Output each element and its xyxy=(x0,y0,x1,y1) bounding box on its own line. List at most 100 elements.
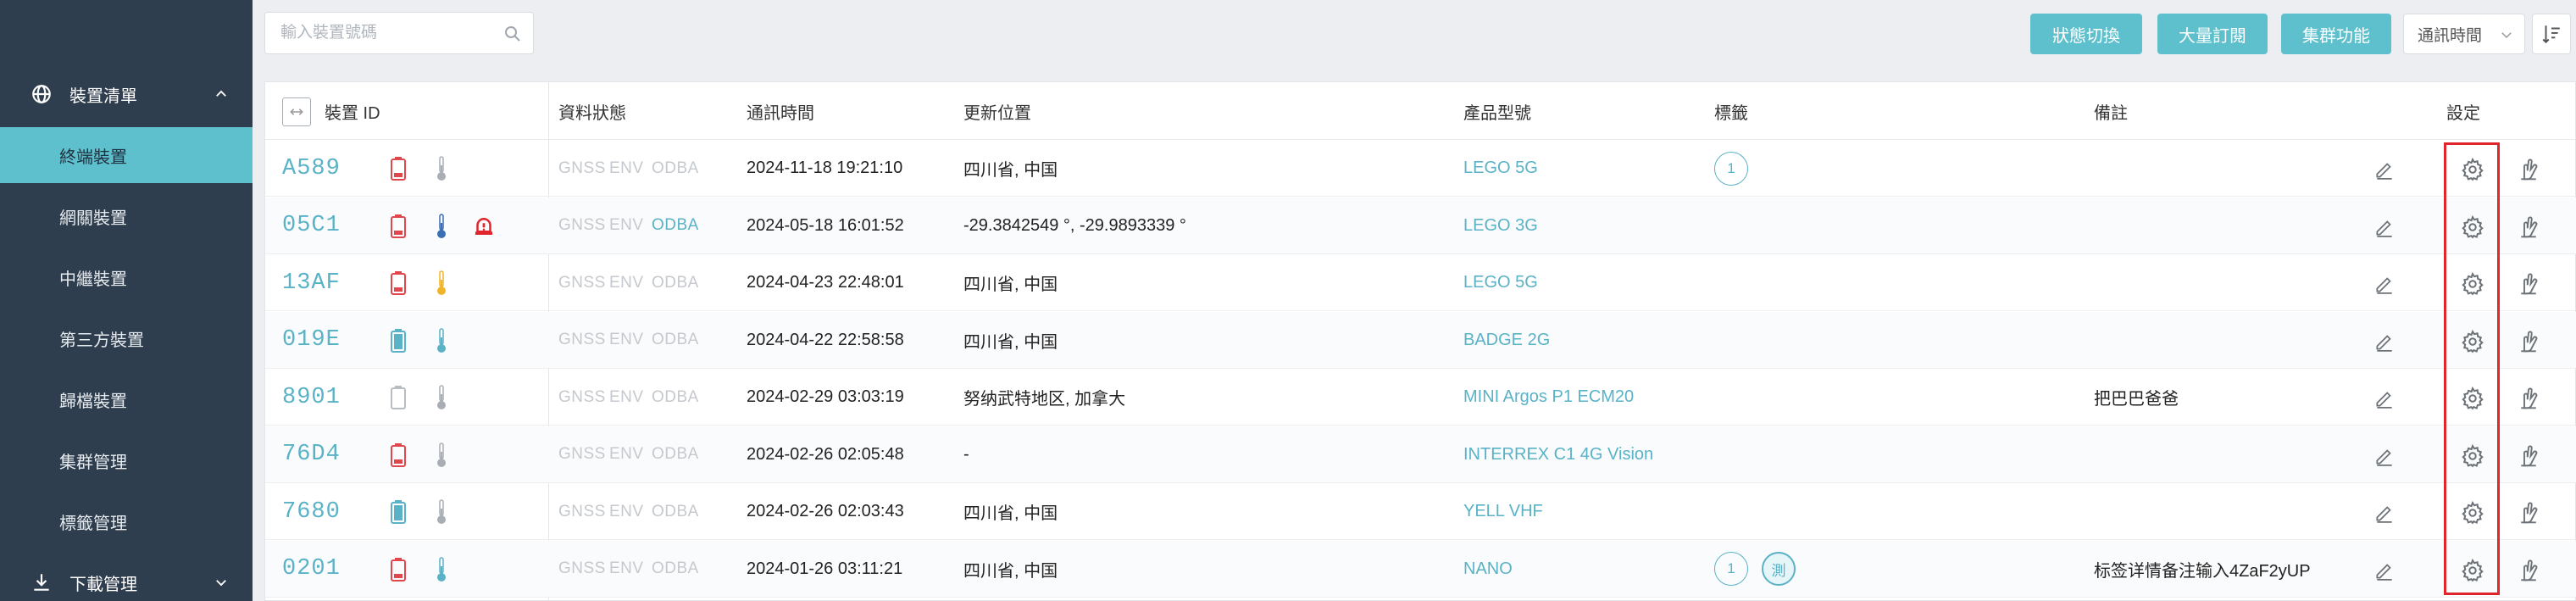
sidebar-item-cluster-management[interactable]: 集群管理 xyxy=(0,432,253,488)
sidebar-item-tag-management[interactable]: 標籤管理 xyxy=(0,493,253,549)
status-odba: ODBA xyxy=(652,331,699,348)
product-model-link[interactable]: LEGO 5G xyxy=(1463,254,1538,311)
status-odba: ODBA xyxy=(652,387,699,406)
comm-time: 2024-11-18 19:21:10 xyxy=(747,159,903,177)
device-id-link[interactable]: 019E xyxy=(282,312,341,369)
status-env: ENV xyxy=(609,159,644,177)
table-header: 裝置 ID 資料狀態 通訊時間 更新位置 產品型號 標籤 備註 設定 xyxy=(265,82,2576,140)
subscribe-hand-icon[interactable] xyxy=(2514,270,2543,298)
tags-cell: 1 xyxy=(1714,140,1762,197)
tag-badge[interactable]: 1 xyxy=(1714,552,1748,586)
status-env: ENV xyxy=(609,445,644,463)
sidebar-section-device-list[interactable]: 裝置清單 xyxy=(0,71,253,117)
subscribe-hand-icon[interactable] xyxy=(2514,327,2543,356)
header-tags: 標籤 xyxy=(1714,103,1748,123)
status-env: ENV xyxy=(609,273,644,292)
sidebar-item-label: 第三方裝置 xyxy=(59,331,144,350)
sort-order-button[interactable] xyxy=(2532,14,2571,54)
subscribe-hand-icon[interactable] xyxy=(2514,155,2543,184)
edit-remark-icon[interactable] xyxy=(2372,443,2397,469)
gear-icon[interactable] xyxy=(2458,327,2487,356)
gear-icon[interactable] xyxy=(2458,556,2487,585)
sidebar-item-third-party-devices[interactable]: 第三方裝置 xyxy=(0,310,253,366)
sort-field-select[interactable]: 通訊時間 xyxy=(2403,14,2525,54)
product-model-link[interactable]: LEGO 3G xyxy=(1463,198,1538,254)
header-comm-time[interactable]: 通訊時間 xyxy=(747,82,814,140)
search-icon[interactable] xyxy=(502,24,523,44)
location: 四川省, 中国 xyxy=(963,504,1058,523)
edit-remark-icon[interactable] xyxy=(2372,500,2397,526)
bulk-subscribe-button[interactable]: 大量訂閱 xyxy=(2157,14,2268,54)
subscribe-hand-icon[interactable] xyxy=(2514,384,2543,413)
sidebar-item-terminal-devices[interactable]: 終端裝置 xyxy=(0,127,253,183)
product-model-link[interactable]: NANO xyxy=(1463,541,1513,598)
comm-time: 2024-04-22 22:58:58 xyxy=(747,330,904,349)
comm-time: 2024-01-26 03:11:21 xyxy=(747,559,903,578)
status-gnss: GNSS xyxy=(558,387,606,406)
battery-icon xyxy=(389,154,408,183)
search-input[interactable] xyxy=(280,24,492,42)
table-row[interactable]: A589 GNSS ENV ODBA 2024-11-18 19:21:10 四… xyxy=(265,140,2576,197)
subscribe-hand-icon[interactable] xyxy=(2514,213,2543,242)
tags-cell: 1測 xyxy=(1714,541,1809,598)
edit-remark-icon[interactable] xyxy=(2372,386,2397,411)
product-model-link[interactable]: INTERREX C1 4G Vision xyxy=(1463,426,1653,483)
search-box xyxy=(264,12,534,54)
subscribe-hand-icon[interactable] xyxy=(2514,498,2543,527)
cluster-function-button[interactable]: 集群功能 xyxy=(2281,14,2391,54)
status-env: ENV xyxy=(609,331,644,348)
subscribe-hand-icon[interactable] xyxy=(2514,442,2543,470)
header-device-id[interactable]: 裝置 ID xyxy=(325,82,380,140)
edit-remark-icon[interactable] xyxy=(2372,271,2397,297)
gear-icon[interactable] xyxy=(2458,498,2487,527)
battery-icon xyxy=(389,326,408,355)
device-id-link[interactable]: 8901 xyxy=(282,369,341,426)
sidebar-item-label: 集群管理 xyxy=(59,453,127,472)
device-id-link[interactable]: 7680 xyxy=(282,483,341,540)
device-id-link[interactable]: 13AF xyxy=(282,254,341,311)
edit-remark-icon[interactable] xyxy=(2372,157,2397,182)
table-row[interactable]: 05C1 GNSS ENV ODBA 2024-05-18 16:01:52 -… xyxy=(265,197,2576,254)
status-odba: ODBA xyxy=(652,559,699,577)
sidebar-item-archived-devices[interactable]: 歸檔裝置 xyxy=(0,371,253,427)
gear-icon[interactable] xyxy=(2458,384,2487,413)
tag-badge[interactable]: 測 xyxy=(1762,552,1796,586)
product-model-link[interactable]: YELL VHF xyxy=(1463,483,1543,540)
status-env: ENV xyxy=(609,502,644,520)
gear-icon[interactable] xyxy=(2458,213,2487,242)
sidebar-item-relay-devices[interactable]: 中繼裝置 xyxy=(0,249,253,305)
sidebar-item-label: 標籤管理 xyxy=(59,514,127,533)
sidebar-item-gateway-devices[interactable]: 網關裝置 xyxy=(0,188,253,244)
tag-badge[interactable]: 1 xyxy=(1714,151,1748,186)
column-toggle-button[interactable] xyxy=(282,97,311,126)
table-row[interactable]: 019E GNSS ENV ODBA 2024-04-22 22:58:58 四… xyxy=(265,311,2576,369)
status-toggle-button[interactable]: 狀態切換 xyxy=(2030,14,2142,54)
device-id-link[interactable]: 76D4 xyxy=(282,426,341,483)
edit-remark-icon[interactable] xyxy=(2372,214,2397,240)
device-id-link[interactable]: A589 xyxy=(282,140,341,197)
table-row[interactable]: 7680 GNSS ENV ODBA 2024-02-26 02:03:43 四… xyxy=(265,483,2576,540)
gear-icon[interactable] xyxy=(2458,442,2487,470)
comm-time: 2024-02-29 03:03:19 xyxy=(747,387,904,406)
product-model-link[interactable]: LEGO 5G xyxy=(1463,140,1538,197)
subscribe-hand-icon[interactable] xyxy=(2514,556,2543,585)
thermometer-icon xyxy=(431,554,452,585)
status-odba: ODBA xyxy=(652,445,699,463)
table-row[interactable]: 8901 GNSS ENV ODBA 2024-02-29 03:03:19 努… xyxy=(265,369,2576,426)
edit-remark-icon[interactable] xyxy=(2372,558,2397,583)
edit-remark-icon[interactable] xyxy=(2372,329,2397,354)
product-model-link[interactable]: MINI Argos P1 ECM20 xyxy=(1463,369,1634,426)
gear-icon[interactable] xyxy=(2458,155,2487,184)
sidebar-section-download[interactable]: 下載管理 xyxy=(0,559,253,601)
table-row[interactable]: 13AF GNSS ENV ODBA 2024-04-23 22:48:01 四… xyxy=(265,254,2576,311)
device-id-link[interactable]: 05C1 xyxy=(282,198,341,254)
table-row[interactable]: 0201 GNSS ENV ODBA 2024-01-26 03:11:21 四… xyxy=(265,540,2576,598)
location: 四川省, 中国 xyxy=(963,561,1058,581)
gear-icon[interactable] xyxy=(2458,270,2487,298)
battery-icon xyxy=(389,383,408,412)
battery-icon xyxy=(389,212,408,241)
table-row[interactable]: 76D4 GNSS ENV ODBA 2024-02-26 02:05:48 -… xyxy=(265,426,2576,483)
device-id-link[interactable]: 0201 xyxy=(282,541,341,598)
product-model-link[interactable]: BADGE 2G xyxy=(1463,312,1550,369)
status-odba: ODBA xyxy=(652,273,699,292)
